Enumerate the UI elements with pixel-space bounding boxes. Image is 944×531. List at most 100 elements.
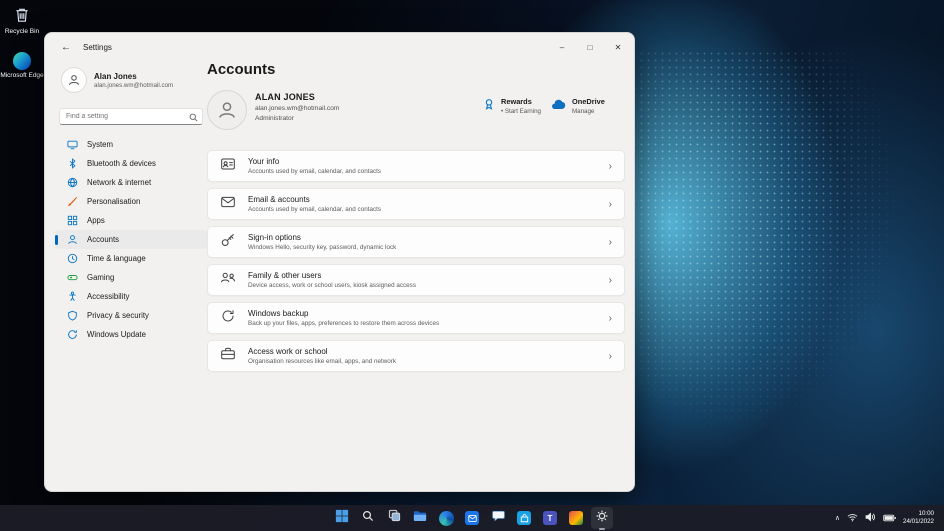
sidebar-item-bluetooth-devices[interactable]: Bluetooth & devices bbox=[55, 154, 207, 173]
chat-bubble-icon bbox=[491, 509, 505, 527]
onedrive-subtitle: Manage bbox=[572, 108, 595, 115]
sidebar-item-label: Accessibility bbox=[87, 292, 130, 301]
card-title: Your info bbox=[248, 157, 280, 166]
profile-email: alan.jones.wm@hotmail.com bbox=[255, 105, 340, 112]
desktop-icon-label: Recycle Bin bbox=[4, 28, 40, 35]
sidebar-item-system[interactable]: System bbox=[55, 135, 207, 154]
mail-icon bbox=[465, 511, 479, 525]
clock-date: 24/01/2022 bbox=[903, 518, 934, 525]
gamepad-icon bbox=[66, 272, 78, 283]
settings-button[interactable] bbox=[591, 507, 613, 530]
taskbar-clock[interactable]: 10:00 24/01/2022 bbox=[903, 510, 934, 527]
card-title: Windows backup bbox=[248, 309, 309, 318]
chevron-right-icon: › bbox=[608, 312, 612, 324]
card-subtitle: Back up your files, apps, preferences to… bbox=[248, 320, 440, 327]
task-view-icon bbox=[388, 509, 401, 527]
sidebar-item-windows-update[interactable]: Windows Update bbox=[55, 325, 207, 344]
start-button[interactable] bbox=[331, 507, 353, 529]
user-name: Alan Jones bbox=[94, 71, 137, 81]
battery-icon[interactable] bbox=[883, 509, 896, 527]
desktop-icon-microsoft-edge[interactable]: Microsoft Edge bbox=[0, 52, 44, 79]
recycle-bin-icon bbox=[0, 6, 44, 26]
onedrive-title: OneDrive bbox=[572, 97, 605, 106]
your-info-icon bbox=[220, 156, 236, 177]
photos-button[interactable] bbox=[565, 507, 587, 529]
sidebar-item-accounts[interactable]: Accounts bbox=[55, 230, 207, 249]
bluetooth-icon bbox=[66, 158, 78, 169]
folder-icon bbox=[413, 509, 427, 527]
profile-header: ALAN JONES alan.jones.wm@hotmail.com Adm… bbox=[207, 90, 625, 134]
sidebar-item-network-internet[interactable]: Network & internet bbox=[55, 173, 207, 192]
brush-icon bbox=[66, 196, 78, 207]
card-title: Email & accounts bbox=[248, 195, 310, 204]
card-email-accounts[interactable]: Email & accounts Accounts used by email,… bbox=[207, 188, 625, 220]
sidebar-item-apps[interactable]: Apps bbox=[55, 211, 207, 230]
card-sign-in-options[interactable]: Sign-in options Windows Hello, security … bbox=[207, 226, 625, 258]
maximize-button[interactable]: □ bbox=[576, 33, 604, 61]
mail-button[interactable] bbox=[461, 507, 483, 529]
onedrive-cloud-icon bbox=[551, 97, 566, 115]
card-your-info[interactable]: Your info Accounts used by email, calend… bbox=[207, 150, 625, 182]
card-family-other-users[interactable]: Family & other users Device access, work… bbox=[207, 264, 625, 296]
card-subtitle: Device access, work or school users, kio… bbox=[248, 282, 416, 289]
profile-text: ALAN JONES alan.jones.wm@hotmail.com Adm… bbox=[255, 92, 339, 122]
backup-arrow-icon bbox=[220, 308, 236, 329]
card-access-work-school[interactable]: Access work or school Organisation resou… bbox=[207, 340, 625, 372]
minimize-button[interactable]: – bbox=[548, 33, 576, 61]
sidebar-item-label: Personalisation bbox=[87, 197, 141, 206]
sidebar-nav: System Bluetooth & devices Network & int… bbox=[55, 135, 207, 344]
search-input[interactable] bbox=[59, 108, 203, 125]
task-view-button[interactable] bbox=[383, 507, 405, 529]
system-tray: ∧ 10:00 24/01/2022 bbox=[835, 505, 940, 531]
volume-icon[interactable] bbox=[865, 509, 876, 527]
chevron-right-icon: › bbox=[608, 236, 612, 248]
people-icon bbox=[220, 270, 236, 291]
sidebar-item-time-language[interactable]: Time & language bbox=[55, 249, 207, 268]
desktop-icon-label: Microsoft Edge bbox=[0, 72, 44, 79]
chevron-right-icon: › bbox=[608, 274, 612, 286]
settings-window: ← Settings – □ ✕ Alan Jones alan.jones.w… bbox=[44, 32, 635, 492]
sidebar-user[interactable]: Alan Jones alan.jones.wm@hotmail.com bbox=[55, 63, 207, 97]
sidebar-item-privacy-security[interactable]: Privacy & security bbox=[55, 306, 207, 325]
card-windows-backup[interactable]: Windows backup Back up your files, apps,… bbox=[207, 302, 625, 334]
accounts-person-icon bbox=[66, 234, 78, 245]
taskbar-center-icons: T bbox=[331, 507, 613, 530]
sidebar-item-accessibility[interactable]: Accessibility bbox=[55, 287, 207, 306]
sidebar-item-label: Apps bbox=[87, 216, 105, 225]
window-controls: – □ ✕ bbox=[548, 33, 632, 61]
card-title: Access work or school bbox=[248, 347, 328, 356]
search-icon bbox=[362, 509, 374, 527]
store-button[interactable] bbox=[513, 507, 535, 529]
wallpaper-speckles bbox=[610, 50, 900, 430]
onedrive-shortcut[interactable]: OneDrive Manage bbox=[551, 97, 605, 115]
teams-button[interactable]: T bbox=[539, 507, 561, 529]
sidebar-item-gaming[interactable]: Gaming bbox=[55, 268, 207, 287]
sidebar-item-personalisation[interactable]: Personalisation bbox=[55, 192, 207, 211]
rewards-shortcut[interactable]: Rewards • Start Earning bbox=[483, 97, 541, 115]
card-title: Sign-in options bbox=[248, 233, 301, 242]
edge-button[interactable] bbox=[435, 507, 457, 529]
accessibility-icon bbox=[66, 291, 78, 302]
close-button[interactable]: ✕ bbox=[604, 33, 632, 61]
desktop-icon-recycle-bin[interactable]: Recycle Bin bbox=[0, 6, 44, 35]
main-pane: Accounts ALAN JONES alan.jones.wm@hotmai… bbox=[207, 59, 625, 372]
user-email: alan.jones.wm@hotmail.com bbox=[94, 81, 174, 89]
search-button[interactable] bbox=[357, 507, 379, 529]
envelope-icon bbox=[220, 194, 236, 215]
sidebar-item-label: Windows Update bbox=[87, 330, 146, 339]
tray-chevron-icon[interactable]: ∧ bbox=[835, 514, 840, 522]
gear-icon bbox=[595, 509, 609, 528]
window-title: Settings bbox=[83, 42, 112, 52]
apps-grid-icon bbox=[66, 215, 78, 226]
photos-icon bbox=[569, 511, 583, 525]
rewards-title: Rewards bbox=[501, 97, 532, 106]
wifi-icon[interactable] bbox=[847, 509, 858, 527]
profile-role: Administrator bbox=[255, 115, 294, 122]
settings-card-list: Your info Accounts used by email, calend… bbox=[207, 150, 625, 372]
file-explorer-button[interactable] bbox=[409, 507, 431, 529]
edge-icon bbox=[438, 510, 454, 526]
chat-button[interactable] bbox=[487, 507, 509, 529]
sidebar-item-label: Bluetooth & devices bbox=[87, 159, 156, 168]
back-button[interactable]: ← bbox=[57, 38, 75, 56]
search-icon bbox=[189, 109, 198, 127]
